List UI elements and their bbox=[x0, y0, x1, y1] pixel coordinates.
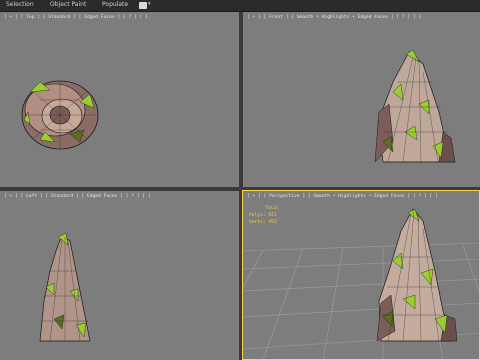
viewport-perspective[interactable]: [ + ] [ Perspective ] [ Smooth + Highlig… bbox=[243, 191, 480, 360]
rock-model-front bbox=[374, 49, 456, 163]
menu-item-populate[interactable]: Populate bbox=[102, 1, 128, 8]
grid-lines bbox=[243, 242, 480, 360]
menu-bar: Selection Object Paint Populate ▾ bbox=[0, 0, 480, 12]
viewport-left[interactable]: [ + ] [ Left ] [ Standard ] [ Edged Face… bbox=[0, 191, 239, 360]
viewport-front[interactable]: [ + ] [ Front ] [ Smooth + Highlights + … bbox=[243, 12, 480, 187]
rock-model-left bbox=[39, 232, 91, 342]
viewport-top[interactable]: [ + ] [ Top ] [ Standard ] [ Edged Faces… bbox=[0, 12, 239, 187]
menu-item-object-paint[interactable]: Object Paint bbox=[50, 1, 86, 8]
toggle-button[interactable] bbox=[139, 2, 147, 9]
viewport-divider-vertical[interactable] bbox=[239, 12, 243, 360]
perspective-grid-and-rock bbox=[243, 208, 480, 360]
viewport-divider-horizontal[interactable] bbox=[0, 187, 480, 191]
rock-model-top bbox=[21, 80, 99, 150]
dropdown-arrow-icon[interactable]: ▾ bbox=[148, 1, 151, 7]
menu-item-selection[interactable]: Selection bbox=[6, 1, 34, 8]
